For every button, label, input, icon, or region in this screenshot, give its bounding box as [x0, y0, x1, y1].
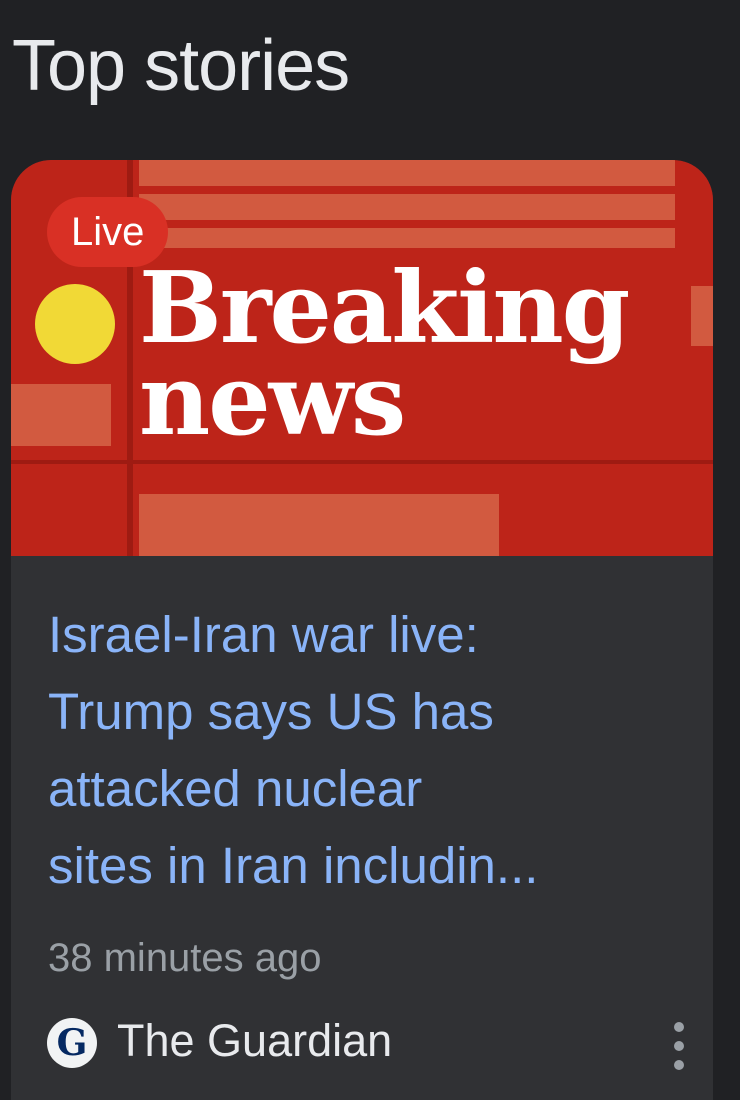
thumbnail-stripe	[139, 160, 675, 186]
thumbnail-stripe	[139, 228, 675, 248]
story-thumbnail[interactable]: Breaking news Live	[11, 160, 713, 556]
guardian-logo-icon: G	[47, 1018, 97, 1068]
section-title: Top stories	[12, 26, 350, 106]
story-timestamp: 38 minutes ago	[48, 936, 322, 980]
story-card[interactable]: Breaking news Live Israel-Iran war live:…	[11, 160, 713, 1100]
yellow-dot	[35, 284, 115, 364]
story-headline[interactable]: Israel-Iran war live: Trump says US has …	[48, 596, 688, 904]
live-badge: Live	[47, 197, 169, 267]
more-vert-icon	[674, 1022, 684, 1032]
more-vert-icon	[674, 1060, 684, 1070]
headline-line: attacked nuclear	[48, 760, 423, 817]
thumbnail-divider	[11, 460, 713, 464]
thumbnail-stripe	[11, 384, 111, 446]
headline-line: Trump says US has	[48, 683, 494, 740]
source-name: The Guardian	[117, 1015, 393, 1066]
headline-line: sites in Iran includin...	[48, 837, 539, 894]
headline-line: Israel-Iran war live:	[48, 606, 479, 663]
thumbnail-stripe	[691, 286, 713, 346]
thumbnail-stripe	[139, 194, 675, 220]
source-row: G The Guardian	[47, 1012, 697, 1070]
thumbnail-stripe	[139, 494, 499, 556]
thumbnail-word-news: news	[139, 343, 406, 458]
more-options-button[interactable]	[661, 1018, 697, 1074]
more-vert-icon	[674, 1041, 684, 1051]
